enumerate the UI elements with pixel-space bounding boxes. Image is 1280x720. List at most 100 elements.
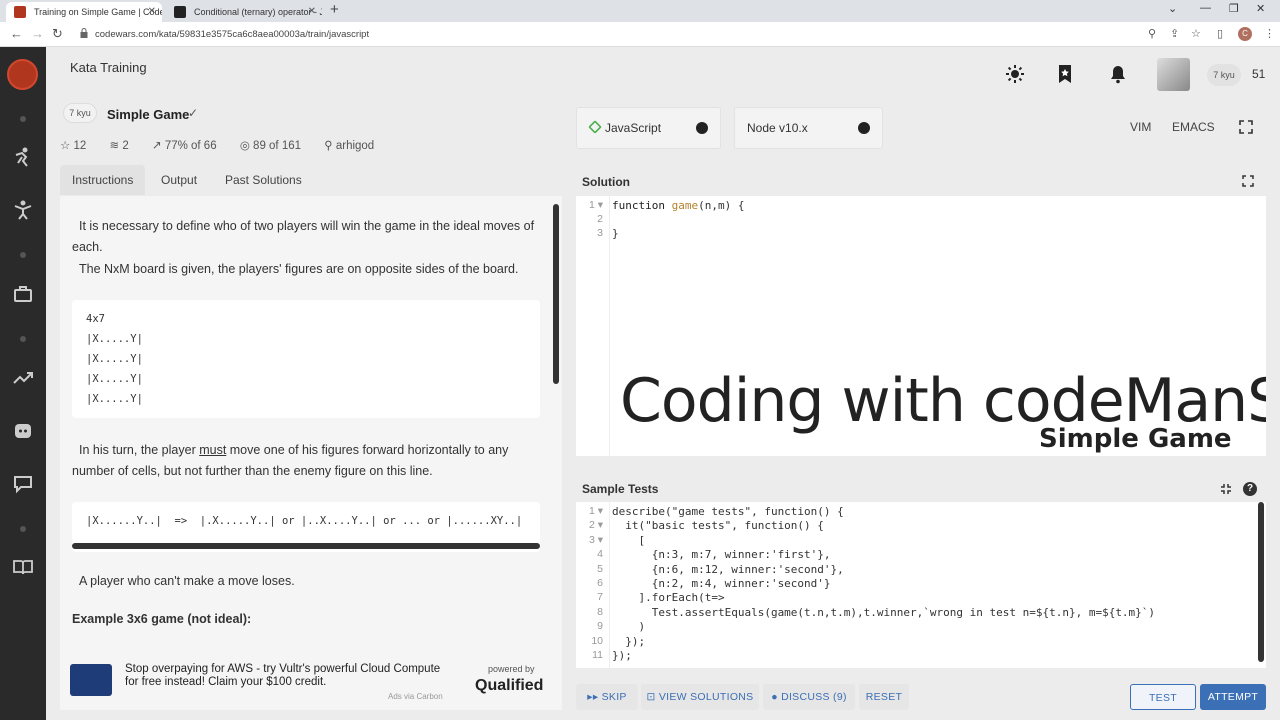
language-value: JavaScript: [605, 121, 662, 135]
close-tab-icon[interactable]: ✕: [148, 2, 156, 22]
tab-output[interactable]: Output: [149, 165, 209, 195]
expand-icon[interactable]: [1242, 175, 1254, 187]
practice-icon[interactable]: [12, 199, 34, 221]
new-tab-icon[interactable]: +: [330, 1, 339, 18]
help-icon[interactable]: ?: [1243, 482, 1257, 496]
browser-menu-icon[interactable]: ⋮: [1264, 27, 1275, 40]
view-solutions-label: VIEW SOLUTIONS: [658, 691, 754, 703]
reload-icon[interactable]: ↻: [52, 26, 63, 42]
briefcase-icon[interactable]: [12, 283, 34, 305]
line-number: 2 ▾: [588, 519, 603, 532]
vertical-scrollbar[interactable]: [553, 204, 559, 384]
instruction-paragraph: The NxM board is given, the players' fig…: [79, 262, 519, 276]
user-avatar[interactable]: [1157, 58, 1190, 91]
url-input[interactable]: codewars.com/kata/59831e3575ca6c8aea0000…: [95, 29, 369, 40]
sample-tests-editor[interactable]: 1 ▾ 2 ▾ 3 ▾ 4 5 6 7 8 9 10 11 describe("…: [576, 502, 1266, 668]
line-number: 1 ▾: [588, 199, 603, 211]
instructions-panel: It is necessary to define who of two pla…: [60, 196, 562, 652]
nav-separator: [20, 252, 26, 258]
solution-editor[interactable]: 1 ▾ 2 3 function game(n,m) { } Coding wi…: [576, 196, 1266, 456]
ad-via-label[interactable]: Ads via Carbon: [388, 692, 443, 701]
profile-avatar[interactable]: C: [1238, 27, 1252, 41]
video-watermark-subtitle: Simple Game: [1039, 424, 1232, 454]
ad-text[interactable]: Stop overpaying for AWS - try Vultr's po…: [125, 663, 455, 689]
minimize-icon[interactable]: —: [1200, 2, 1211, 14]
nav-separator: [20, 526, 26, 532]
sidebar-icon[interactable]: ▯: [1217, 27, 1223, 40]
tab-past-solutions[interactable]: Past Solutions: [213, 165, 314, 195]
line-gutter: 1 ▾ 2 3: [576, 196, 610, 456]
runtime-value: Node v10.x: [747, 121, 808, 135]
line-number: 8: [597, 605, 603, 618]
instruction-paragraph: In his turn, the player must move one of…: [72, 440, 544, 482]
collapse-icon[interactable]: [1220, 483, 1232, 495]
share-icon[interactable]: ⇪: [1170, 27, 1179, 40]
tests-header: Sample Tests ?: [576, 476, 1266, 502]
close-tab-icon[interactable]: ✕: [308, 2, 316, 22]
page-section-title: Kata Training: [70, 60, 147, 75]
docs-book-icon[interactable]: [12, 556, 34, 578]
notifications-bell-icon[interactable]: [1108, 64, 1128, 84]
reset-button[interactable]: RESET: [859, 684, 909, 710]
fullscreen-icon[interactable]: [1239, 120, 1253, 134]
test-button[interactable]: TEST: [1130, 684, 1196, 710]
vim-mode-link[interactable]: VIM: [1130, 120, 1151, 134]
close-window-icon[interactable]: ✕: [1256, 2, 1265, 15]
codewars-logo-icon[interactable]: [7, 59, 38, 90]
test-code-line: [: [612, 533, 646, 547]
board-line: |X.....Y|: [86, 353, 143, 365]
chevron-down-icon: [858, 122, 870, 134]
browser-tab-bar: Training on Simple Game | Codewars ✕ Con…: [0, 0, 1280, 22]
discord-icon[interactable]: [12, 420, 34, 442]
view-solutions-button[interactable]: ⊡ VIEW SOLUTIONS: [641, 684, 759, 710]
javascript-logo-icon: [588, 120, 602, 134]
line-number: 2: [597, 213, 603, 225]
skip-button[interactable]: ▸▸ SKIP: [576, 684, 638, 710]
tab-title: Conditional (ternary) operator - JavaScr…: [194, 7, 322, 17]
nav-separator: [20, 336, 26, 342]
line-number: 1 ▾: [588, 505, 603, 517]
solution-header: Solution: [576, 168, 1266, 196]
test-code-line: {n:6, m:12, winner:'second'},: [612, 562, 844, 576]
bookmark-star-icon[interactable]: ☆: [1191, 27, 1201, 40]
board-line: |X.....Y|: [86, 373, 143, 385]
ad-image[interactable]: [70, 664, 112, 696]
tab-mdn[interactable]: Conditional (ternary) operator - JavaScr…: [166, 2, 322, 22]
forward-icon[interactable]: →: [31, 26, 44, 41]
board-line: 4x7: [86, 313, 105, 325]
chat-icon[interactable]: [12, 473, 34, 495]
author-stat[interactable]: ⚲ arhigod: [324, 140, 384, 152]
tab-instructions[interactable]: Instructions: [60, 165, 146, 195]
tab-search-icon[interactable]: ⌄: [1168, 2, 1177, 15]
attempt-button[interactable]: ATTEMPT: [1200, 684, 1266, 710]
test-code-line: it("basic tests", function() {: [612, 519, 824, 533]
emacs-mode-link[interactable]: EMACS: [1172, 120, 1215, 134]
horizontal-scrollbar[interactable]: [72, 543, 540, 549]
skip-label: SKIP: [601, 691, 627, 703]
completions-stat: ◎ 89 of 161: [239, 140, 302, 152]
carbon-ad[interactable]: Stop overpaying for AWS - try Vultr's po…: [60, 652, 562, 710]
bookmark-icon[interactable]: [1055, 64, 1075, 84]
leaderboard-trend-icon[interactable]: [12, 367, 34, 389]
stars-stat[interactable]: ☆ 12: [60, 140, 96, 152]
back-icon[interactable]: ←: [10, 26, 23, 41]
kata-stats: ☆ 12 ≋ 2 ↗ 77% of 66 ◎ 89 of 161 ⚲ arhig…: [60, 138, 394, 152]
discuss-button[interactable]: ● DISCUSS (9): [763, 684, 855, 710]
training-icon[interactable]: [12, 146, 34, 168]
theme-sun-icon[interactable]: [1005, 64, 1025, 84]
kata-title[interactable]: Simple Game: [107, 107, 189, 122]
zoom-icon[interactable]: ⚲: [1148, 27, 1156, 40]
satisfaction-stat: ↗ 77% of 66: [151, 140, 217, 152]
runtime-select[interactable]: Node v10.x: [734, 107, 883, 149]
kata-rank-badge: 7 kyu: [63, 103, 97, 123]
maximize-icon[interactable]: ❐: [1229, 2, 1239, 15]
collections-stat[interactable]: ≋ 2: [110, 140, 139, 152]
test-code-line: {n:2, m:4, winner:'second'}: [612, 577, 831, 590]
language-select[interactable]: JavaScript: [576, 107, 721, 149]
qualified-logo[interactable]: Qualified: [475, 677, 543, 695]
tab-codewars[interactable]: Training on Simple Game | Codewars ✕: [6, 2, 162, 22]
vertical-scrollbar[interactable]: [1258, 502, 1264, 662]
tests-label: Sample Tests: [582, 482, 659, 496]
solution-label: Solution: [582, 175, 630, 189]
line-number: 9: [597, 620, 603, 633]
